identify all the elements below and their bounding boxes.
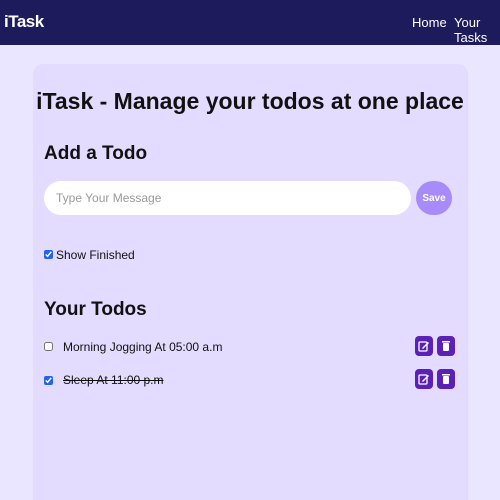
your-todos-heading: Your Todos (44, 299, 147, 320)
save-button[interactable]: Save (416, 181, 452, 215)
delete-icon (442, 341, 450, 351)
show-finished-label: Show Finished (56, 248, 135, 262)
delete-button[interactable] (437, 369, 455, 389)
page-title: iTask - Manage your todos at one place (36, 88, 464, 114)
brand-logo[interactable]: iTask (4, 12, 44, 32)
edit-button[interactable] (415, 336, 433, 356)
todo-input[interactable] (44, 181, 411, 215)
todo-card (33, 64, 468, 500)
edit-icon (418, 374, 429, 385)
todo-checkbox[interactable] (44, 376, 53, 385)
navbar: iTask Home Your Tasks (0, 0, 500, 45)
delete-button[interactable] (437, 336, 455, 356)
edit-button[interactable] (415, 369, 433, 389)
add-todo-heading: Add a Todo (44, 143, 148, 164)
edit-icon (418, 341, 429, 352)
delete-icon (442, 374, 450, 384)
todo-text: Sleep At 11:00 p.m (63, 373, 164, 387)
nav-link-home[interactable]: Home (412, 15, 447, 30)
todo-checkbox[interactable] (44, 342, 53, 351)
todo-text: Morning Jogging At 05:00 a.m (63, 340, 223, 354)
nav-link-your-tasks[interactable]: Your Tasks (454, 15, 500, 45)
show-finished-checkbox[interactable] (44, 250, 53, 259)
